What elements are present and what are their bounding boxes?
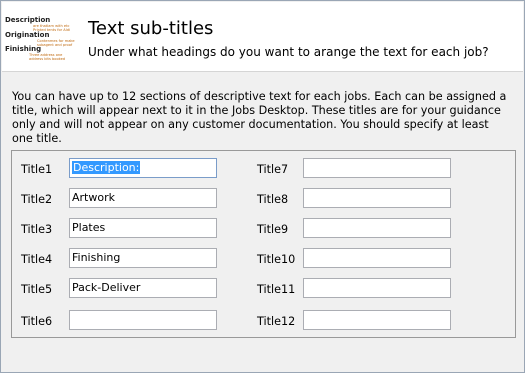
logo-word-description: Description	[5, 16, 51, 24]
title1-field[interactable]: Description:	[69, 158, 217, 178]
page-title: Text sub-titles	[88, 18, 214, 39]
title3-label: Title3	[21, 223, 53, 236]
title1-value: Description:	[72, 161, 141, 174]
title7-label: Title7	[257, 163, 289, 176]
logo-word-origination: Origination	[5, 31, 50, 39]
title4-field[interactable]: Finishing	[69, 248, 217, 268]
title10-field[interactable]	[303, 248, 451, 268]
dialog-window: Description are thatlam with etc Printed…	[0, 0, 525, 373]
title2-label: Title2	[21, 193, 53, 206]
title10-label: Title10	[257, 253, 296, 266]
title3-field[interactable]: Plates	[69, 218, 217, 238]
title12-field[interactable]	[303, 310, 451, 330]
title11-field[interactable]	[303, 278, 451, 298]
title5-field[interactable]: Pack-Deliver	[69, 278, 217, 298]
title11-label: Title11	[257, 283, 296, 296]
title7-field[interactable]	[303, 158, 451, 178]
title8-label: Title8	[257, 193, 289, 206]
titles-group: Title1 Description: Title2 Artwork Title…	[11, 150, 516, 338]
logo-small-text: address bits booked	[29, 57, 66, 61]
page-subtitle: Under what headings do you want to arang…	[88, 45, 489, 59]
logo-small-text: subagent and proof	[37, 43, 73, 47]
title4-label: Title4	[21, 253, 53, 266]
intro-text: You can have up to 12 sections of descri…	[12, 90, 507, 145]
title6-label: Title6	[21, 315, 53, 328]
title2-field[interactable]: Artwork	[69, 188, 217, 208]
logo-word-finishing: Finishing	[5, 45, 42, 53]
title5-label: Title5	[21, 283, 53, 296]
title12-label: Title12	[257, 315, 296, 328]
title8-field[interactable]	[303, 188, 451, 208]
text-subtitles-logo: Description are thatlam with etc Printed…	[5, 14, 77, 66]
title6-field[interactable]	[69, 310, 217, 330]
title9-label: Title9	[257, 223, 289, 236]
title9-field[interactable]	[303, 218, 451, 238]
title1-label: Title1	[21, 163, 53, 176]
header-banner: Description are thatlam with etc Printed…	[2, 2, 523, 72]
